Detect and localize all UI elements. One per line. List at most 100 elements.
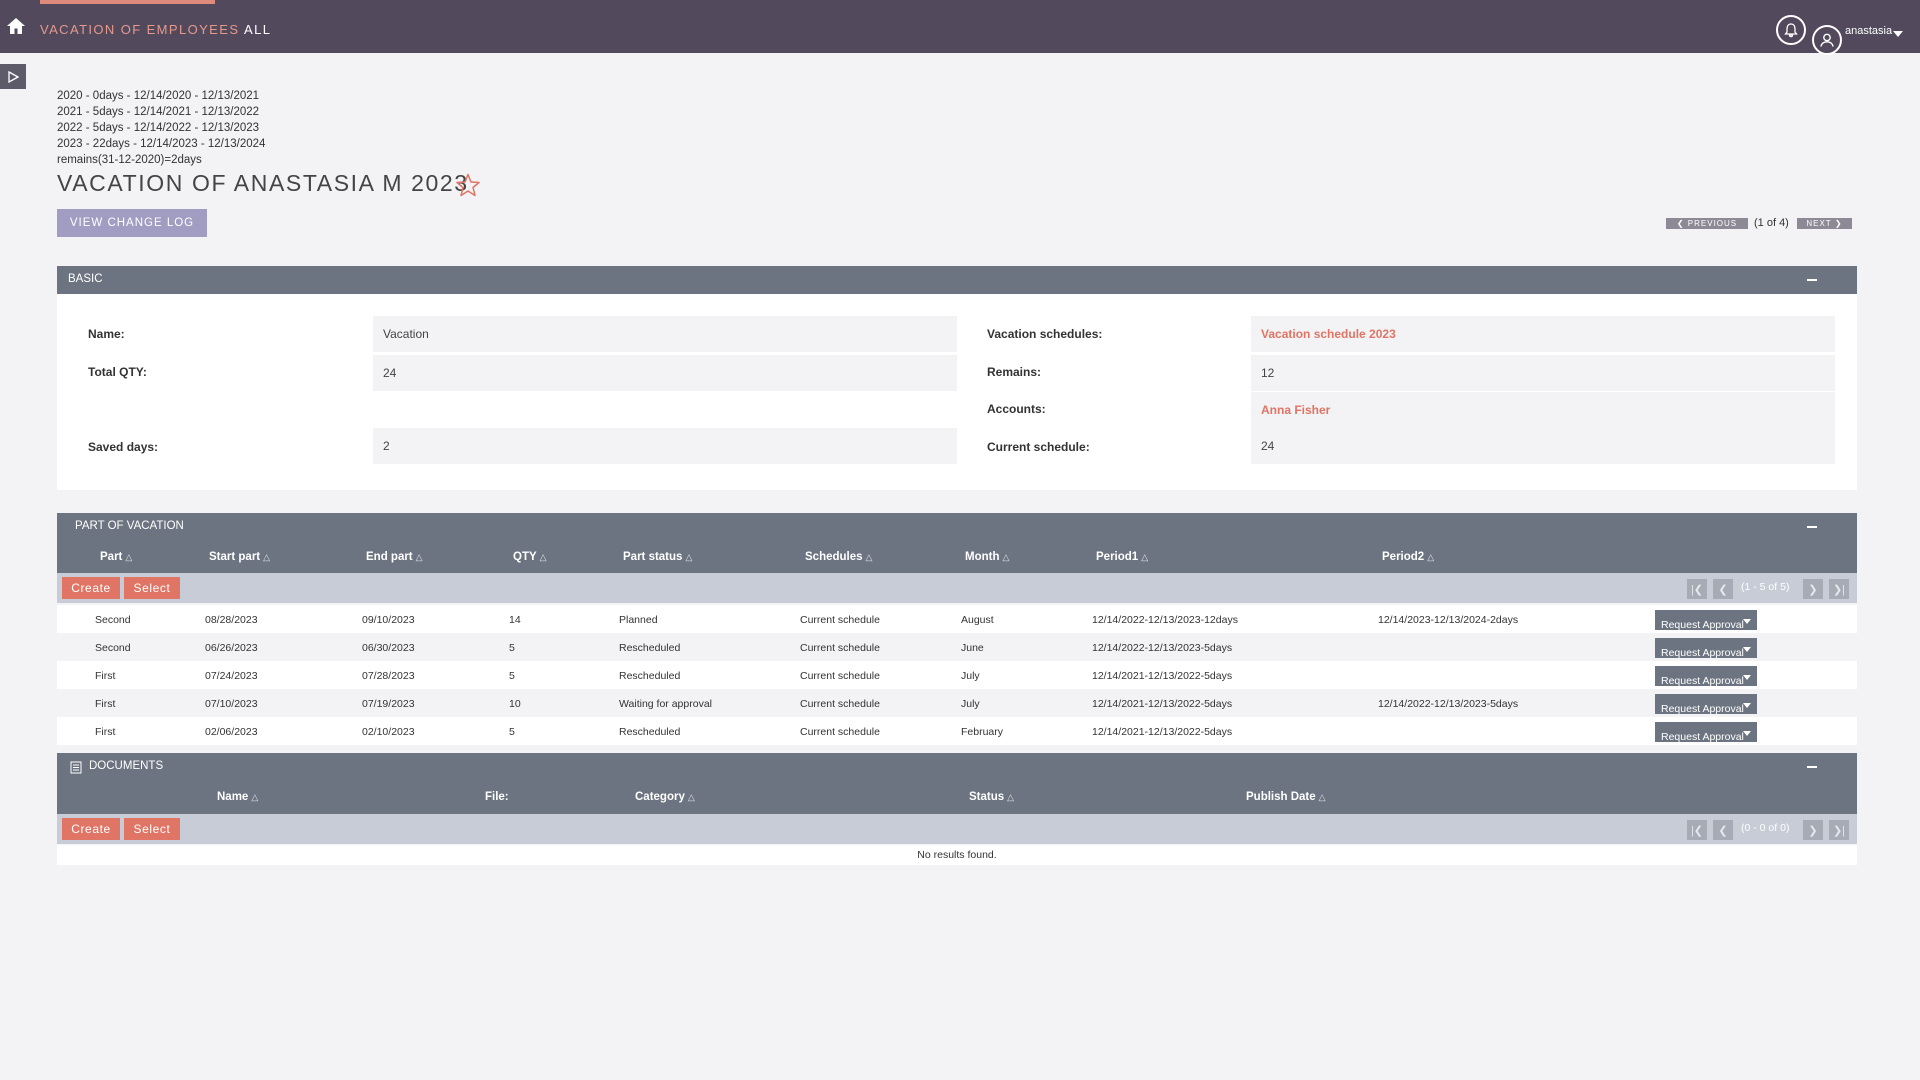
nav-vacation-of-employees[interactable]: VACATION OF EMPLOYEES	[40, 22, 239, 37]
basic-panel-title: BASIC	[68, 273, 103, 285]
collapse-icon[interactable]	[1807, 279, 1817, 281]
accounts-label: Accounts:	[987, 402, 1046, 416]
account-link[interactable]: Anna Fisher	[1261, 403, 1330, 417]
column-status[interactable]: Status △	[969, 791, 1014, 803]
cell-schedule: Current schedule	[800, 670, 880, 682]
select-document-button[interactable]: Select	[124, 818, 180, 840]
vacation-schedules-label: Vacation schedules:	[987, 327, 1103, 341]
prev-page-icon[interactable]: ❮	[1713, 579, 1733, 599]
table-row[interactable]: Second 08/28/2023 09/10/2023 14 Planned Curre…	[57, 605, 1857, 633]
create-part-button[interactable]: Create	[62, 577, 120, 599]
prev-page-icon[interactable]: ❮	[1713, 820, 1733, 840]
last-page-icon[interactable]: ❯|	[1829, 820, 1849, 840]
cell-qty: 5	[509, 670, 515, 682]
cell-end-part: 06/30/2023	[362, 642, 415, 654]
column-start-part[interactable]: Start part △	[209, 551, 270, 563]
request-approval-button[interactable]: Request Approval	[1655, 638, 1757, 659]
next-page-icon[interactable]: ❯	[1803, 820, 1823, 840]
cell-part-status: Waiting for approval	[619, 698, 712, 710]
column-schedules[interactable]: Schedules △	[805, 551, 872, 563]
first-page-icon[interactable]: |❮	[1687, 579, 1707, 599]
cell-part: First	[95, 698, 116, 710]
create-document-button[interactable]: Create	[62, 818, 120, 840]
next-record-button[interactable]: NEXT ❯	[1797, 218, 1852, 229]
cell-start-part: 06/26/2023	[205, 642, 258, 654]
column-period2[interactable]: Period2 △	[1382, 551, 1434, 563]
column-month[interactable]: Month △	[965, 551, 1009, 563]
select-part-button[interactable]: Select	[124, 577, 180, 599]
request-approval-label: Request Approval	[1661, 647, 1744, 659]
basic-panel-header[interactable]: BASIC	[57, 266, 1857, 294]
view-change-log-button[interactable]: VIEW CHANGE LOG	[57, 209, 207, 237]
cell-start-part: 07/10/2023	[205, 698, 258, 710]
request-approval-label: Request Approval	[1661, 675, 1744, 687]
cell-start-part: 02/06/2023	[205, 726, 258, 738]
column-period1[interactable]: Period1 △	[1096, 551, 1148, 563]
summary-line: 2020 - 0days - 12/14/2020 - 12/13/2021	[57, 90, 260, 102]
request-approval-button[interactable]: Request Approval	[1655, 694, 1757, 715]
cell-part: Second	[95, 614, 131, 626]
cell-period1: 12/14/2022-12/13/2023-5days	[1092, 642, 1233, 654]
cell-schedule: Current schedule	[800, 698, 880, 710]
table-row[interactable]: Second 06/26/2023 06/30/2023 5 Rescheduled Cu…	[57, 633, 1857, 661]
sort-icon: △	[865, 552, 873, 562]
chevron-down-icon	[1743, 703, 1751, 708]
column-publish-date[interactable]: Publish Date △	[1246, 791, 1326, 803]
request-approval-button[interactable]: Request Approval	[1655, 610, 1757, 631]
chevron-down-icon	[1743, 675, 1751, 680]
documents-panel-header[interactable]: DOCUMENTS	[57, 753, 1857, 781]
previous-record-button[interactable]: ❮ PREVIOUS	[1666, 218, 1748, 229]
vacation-schedule-link[interactable]: Vacation schedule 2023	[1261, 327, 1396, 341]
user-avatar-icon[interactable]	[1812, 25, 1842, 55]
column-qty[interactable]: QTY △	[513, 551, 547, 563]
cell-part: Second	[95, 642, 131, 654]
active-tab-indicator	[40, 0, 215, 4]
cell-start-part: 08/28/2023	[205, 614, 258, 626]
part-of-vacation-panel-header[interactable]: PART OF VACATION	[57, 513, 1857, 541]
sort-icon: △	[1007, 792, 1015, 802]
cell-part-status: Rescheduled	[619, 642, 681, 654]
column-name[interactable]: Name △	[217, 791, 258, 803]
user-menu-name[interactable]: anastasia	[1845, 25, 1892, 37]
column-part[interactable]: Part △	[100, 551, 132, 563]
cell-end-part: 02/10/2023	[362, 726, 415, 738]
first-page-icon[interactable]: |❮	[1687, 820, 1707, 840]
cell-month: July	[961, 670, 980, 682]
column-category[interactable]: Category △	[635, 791, 695, 803]
saved-days-label: Saved days:	[88, 440, 159, 454]
remains-label: Remains:	[987, 365, 1042, 379]
sort-icon: △	[1002, 552, 1010, 562]
request-approval-label: Request Approval	[1661, 619, 1744, 631]
last-page-icon[interactable]: ❯|	[1829, 579, 1849, 599]
request-approval-button[interactable]: Request Approval	[1655, 722, 1757, 743]
collapse-icon[interactable]	[1807, 766, 1817, 768]
chevron-down-icon[interactable]	[1893, 31, 1903, 37]
sort-icon: △	[1318, 792, 1326, 802]
sort-icon: △	[125, 552, 133, 562]
cell-qty: 5	[509, 642, 515, 654]
table-row[interactable]: First 07/24/2023 07/28/2023 5 Rescheduled Cur…	[57, 661, 1857, 689]
chevron-down-icon	[1743, 647, 1751, 652]
cell-end-part: 09/10/2023	[362, 614, 415, 626]
current-schedule-value: 24	[1251, 428, 1835, 464]
table-row[interactable]: First 02/06/2023 02/10/2023 5 Rescheduled Cur…	[57, 717, 1857, 745]
next-page-icon[interactable]: ❯	[1803, 579, 1823, 599]
notification-bell-icon[interactable]	[1776, 15, 1806, 45]
sort-icon: △	[687, 792, 695, 802]
nav-all[interactable]: ALL	[244, 22, 271, 37]
sidebar-expand-toggle[interactable]	[0, 64, 26, 89]
cell-schedule: Current schedule	[800, 642, 880, 654]
favorite-star-icon[interactable]	[455, 172, 481, 198]
request-approval-button[interactable]: Request Approval	[1655, 666, 1757, 687]
home-icon[interactable]	[6, 16, 26, 36]
record-position: (1 of 4)	[1754, 217, 1789, 229]
name-value: Vacation	[373, 316, 957, 352]
table-row[interactable]: First 07/10/2023 07/19/2023 10 Waiting for a…	[57, 689, 1857, 717]
column-end-part[interactable]: End part △	[366, 551, 423, 563]
collapse-icon[interactable]	[1807, 526, 1817, 528]
documents-title: DOCUMENTS	[89, 760, 164, 772]
remains-value: 12	[1251, 355, 1835, 391]
column-part-status[interactable]: Part status △	[623, 551, 692, 563]
cell-month: July	[961, 698, 980, 710]
vacation-year-summary: 2020 - 0days - 12/14/2020 - 12/13/2021 2…	[57, 88, 265, 168]
